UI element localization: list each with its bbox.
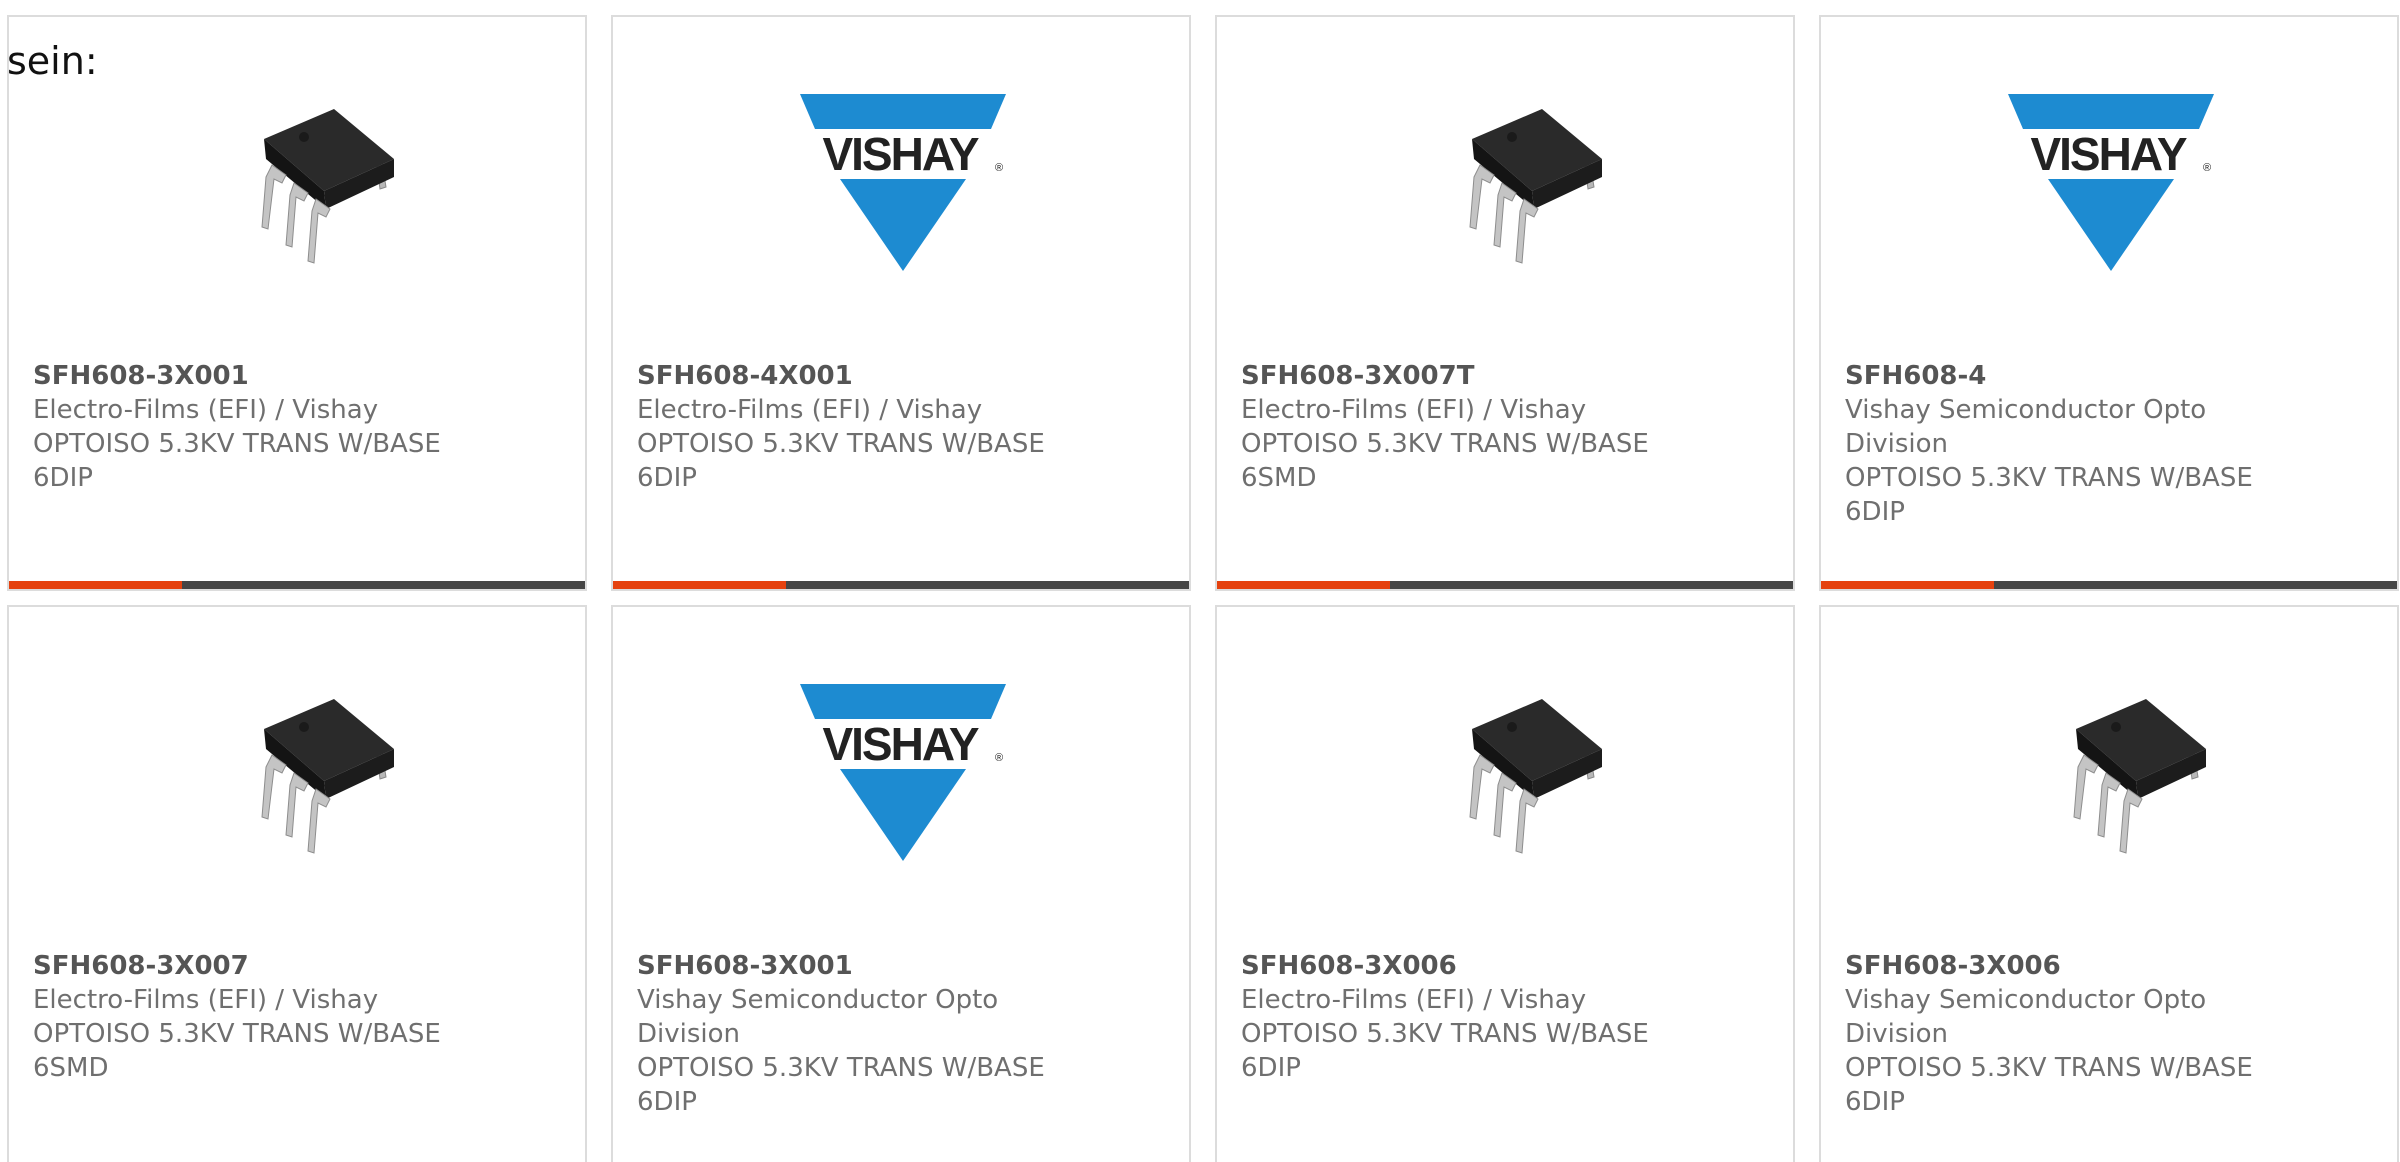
description: OPTOISO 5.3KV TRANS W/BASE 6DIP (1241, 1019, 1649, 1083)
product-info: SFH608-3X006 Electro-Films (EFI) / Visha… (1241, 949, 1681, 1085)
progress-fill (1217, 581, 1390, 589)
description: OPTOISO 5.3KV TRANS W/BASE 6SMD (33, 1019, 441, 1083)
product-info: SFH608-3X001 Vishay Semiconductor Opto D… (637, 949, 1077, 1119)
description: OPTOISO 5.3KV TRANS W/BASE 6DIP (1845, 1053, 2253, 1117)
part-number-link[interactable]: SFH608-3X007T (1241, 359, 1681, 393)
product-info: SFH608-4X001 Electro-Films (EFI) / Visha… (637, 359, 1077, 495)
product-card[interactable]: SFH608-4 Vishay Semiconductor Opto Divis… (1819, 15, 2399, 591)
product-card[interactable]: SFH608-3X006 Electro-Films (EFI) / Visha… (1215, 605, 1795, 1162)
part-number-link[interactable]: SFH608-3X001 (637, 949, 1077, 983)
description: OPTOISO 5.3KV TRANS W/BASE 6DIP (637, 429, 1045, 493)
product-info: SFH608-4 Vishay Semiconductor Opto Divis… (1845, 359, 2285, 529)
product-card[interactable]: SFH608-4X001 Electro-Films (EFI) / Visha… (611, 15, 1191, 591)
product-card[interactable]: SFH608-3X001 Vishay Semiconductor Opto D… (611, 605, 1191, 1162)
manufacturer: Electro-Films (EFI) / Vishay (1241, 985, 1587, 1015)
part-number-link[interactable]: SFH608-3X006 (1845, 949, 2285, 983)
product-card[interactable]: SFH608-3X001 Electro-Films (EFI) / Visha… (7, 15, 587, 591)
manufacturer: Electro-Films (EFI) / Vishay (1241, 395, 1587, 425)
product-card[interactable]: SFH608-3X006 Vishay Semiconductor Opto D… (1819, 605, 2399, 1162)
dip-chip-icon (2073, 698, 2207, 854)
progress-bar (613, 581, 1189, 589)
part-number-link[interactable]: SFH608-3X006 (1241, 949, 1681, 983)
dip-chip-icon (1469, 108, 1603, 264)
product-info: SFH608-3X007 Electro-Films (EFI) / Visha… (33, 949, 473, 1085)
vishay-logo (2006, 94, 2216, 271)
dip-chip-icon (1469, 698, 1603, 854)
part-number-link[interactable]: SFH608-3X001 (33, 359, 473, 393)
progress-bar (1821, 581, 2397, 589)
product-card[interactable]: SFH608-3X007T Electro-Films (EFI) / Vish… (1215, 15, 1795, 591)
manufacturer: Vishay Semiconductor Opto Division (1845, 395, 2207, 459)
dip-chip-icon (261, 698, 395, 854)
part-number-link[interactable]: SFH608-4X001 (637, 359, 1077, 393)
description: OPTOISO 5.3KV TRANS W/BASE 6DIP (1845, 463, 2253, 527)
description: OPTOISO 5.3KV TRANS W/BASE 6DIP (33, 429, 441, 493)
progress-fill (9, 581, 182, 589)
product-info: SFH608-3X001 Electro-Films (EFI) / Visha… (33, 359, 473, 495)
manufacturer: Vishay Semiconductor Opto Division (1845, 985, 2207, 1049)
manufacturer: Electro-Films (EFI) / Vishay (33, 395, 379, 425)
progress-bar (9, 581, 585, 589)
vishay-logo (798, 684, 1008, 861)
intro-text: sein: (7, 39, 98, 83)
progress-fill (613, 581, 786, 589)
progress-bar (1217, 581, 1793, 589)
progress-fill (1821, 581, 1994, 589)
product-grid-page: sein: SFH608-3X001 Electro-Films (EFI) /… (0, 0, 2400, 1162)
vishay-logo (798, 94, 1008, 271)
manufacturer: Electro-Films (EFI) / Vishay (33, 985, 379, 1015)
description: OPTOISO 5.3KV TRANS W/BASE 6DIP (637, 1053, 1045, 1117)
dip-chip-icon (261, 108, 395, 264)
manufacturer: Vishay Semiconductor Opto Division (637, 985, 999, 1049)
description: OPTOISO 5.3KV TRANS W/BASE 6SMD (1241, 429, 1649, 493)
product-info: SFH608-3X007T Electro-Films (EFI) / Vish… (1241, 359, 1681, 495)
manufacturer: Electro-Films (EFI) / Vishay (637, 395, 983, 425)
part-number-link[interactable]: SFH608-4 (1845, 359, 2285, 393)
part-number-link[interactable]: SFH608-3X007 (33, 949, 473, 983)
product-info: SFH608-3X006 Vishay Semiconductor Opto D… (1845, 949, 2285, 1119)
product-card[interactable]: SFH608-3X007 Electro-Films (EFI) / Visha… (7, 605, 587, 1162)
